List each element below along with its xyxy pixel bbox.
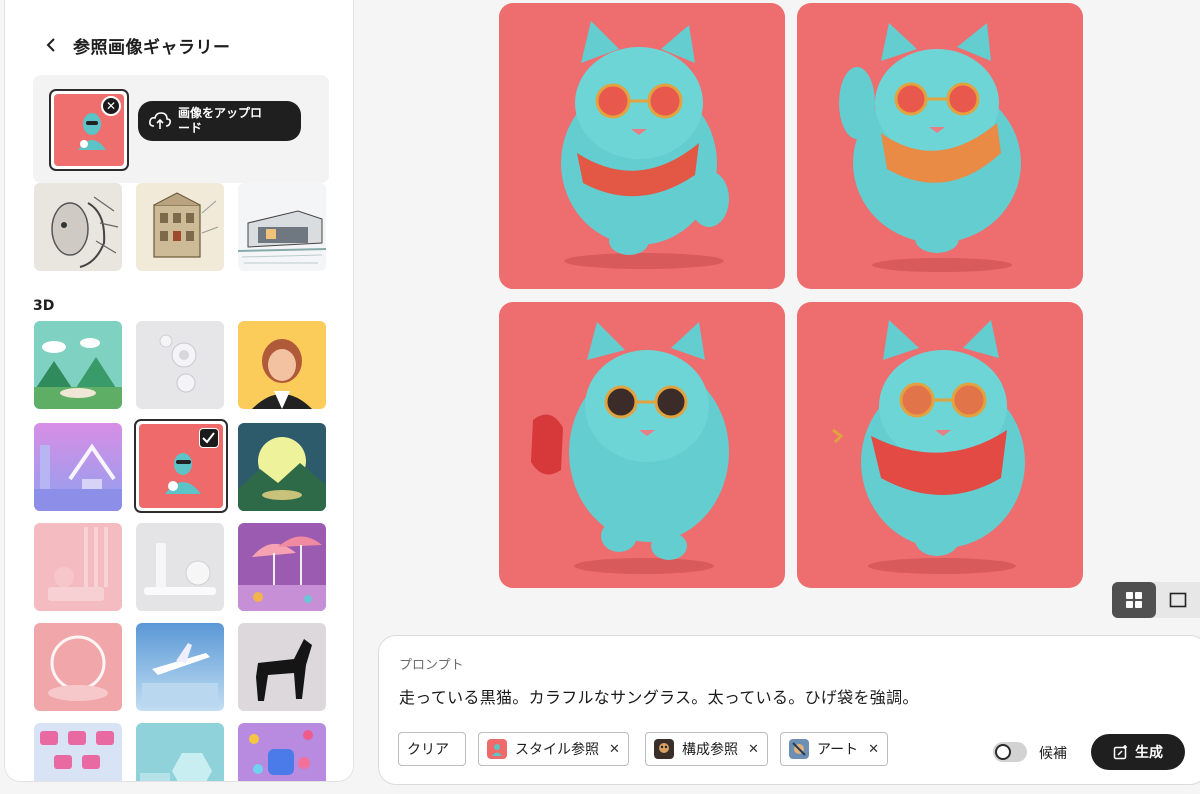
cloud-upload-icon [149, 112, 171, 129]
reference-gallery-panel: 参照画像ギャラリー ✕ 画像をアップロード 3D [4, 0, 354, 782]
result-image-3[interactable] [499, 302, 785, 588]
gallery-thumb-3d-avatar[interactable] [238, 321, 326, 409]
gallery-thumb-3d-beach-umbrellas[interactable] [238, 523, 326, 611]
cat-illustration [561, 21, 729, 269]
panel-title: 参照画像ギャラリー [73, 37, 231, 58]
remove-reference-icon[interactable]: ✕ [101, 96, 121, 116]
gallery-thumb-3d-paper-flowers[interactable] [136, 321, 224, 409]
remove-art-effect-icon[interactable]: ✕ [868, 742, 879, 757]
clear-button[interactable]: クリア [398, 732, 466, 766]
gallery-thumb-sketch-face[interactable] [34, 183, 122, 271]
gallery-thumb-3d-neon-shapes[interactable] [34, 423, 122, 511]
back-button[interactable] [41, 33, 61, 57]
gallery-thumb-3d-landscape[interactable] [34, 321, 122, 409]
gallery-thumb-3d-white-objects[interactable] [136, 523, 224, 611]
gallery-thumb-sketch-house[interactable] [238, 183, 326, 271]
cat-illustration [531, 322, 729, 574]
style-reference-label: スタイル参照 [515, 742, 599, 758]
gallery-thumb-3d-neon-ring[interactable] [34, 623, 122, 711]
result-image-4[interactable] [797, 302, 1083, 588]
cat-illustration [839, 23, 1021, 272]
square-icon [1169, 592, 1187, 608]
suggestions-toggle[interactable] [993, 742, 1027, 762]
gallery-thumb-3d-pink-podium[interactable] [34, 523, 122, 611]
gallery-thumb-3d-statue-selected[interactable] [134, 419, 228, 513]
toggle-knob [995, 744, 1011, 760]
cat-illustration [832, 320, 1025, 574]
grid-view-button[interactable] [1112, 582, 1156, 618]
checkmark-icon [199, 428, 219, 448]
section-label-3d: 3D [33, 298, 55, 314]
prompt-label: プロンプト [399, 658, 464, 673]
composition-reference-label: 構成参照 [682, 742, 738, 758]
gallery-thumb-3d-teal-shapes[interactable] [136, 723, 224, 781]
art-effect-thumbnail-icon [789, 739, 809, 759]
suggestions-toggle-label: 候補 [1039, 746, 1067, 762]
clear-button-label: クリア [407, 742, 449, 758]
result-image-2[interactable] [797, 3, 1083, 289]
style-reference-thumbnail-icon [487, 739, 507, 759]
generate-icon [1113, 745, 1127, 760]
upload-image-button[interactable]: 画像をアップロード [138, 101, 301, 141]
gallery-thumb-3d-pattern[interactable] [34, 723, 122, 781]
result-image-1[interactable] [499, 3, 785, 289]
gallery-thumb-3d-airplane[interactable] [136, 623, 224, 711]
gallery-thumb-3d-social-icons[interactable] [238, 723, 326, 781]
composition-reference-chip[interactable]: 構成参照 ✕ [645, 732, 768, 766]
single-view-button[interactable] [1156, 582, 1200, 618]
remove-style-reference-icon[interactable]: ✕ [609, 742, 620, 757]
generate-button-label: 生成 [1135, 745, 1163, 761]
chevron-left-icon [46, 38, 55, 52]
prompt-panel: プロンプト 走っている黒猫。カラフルなサングラス。太っている。ひげ袋を強調。 ク… [378, 635, 1200, 785]
style-reference-chip[interactable]: スタイル参照 ✕ [478, 732, 629, 766]
art-effect-chip[interactable]: アート ✕ [780, 732, 889, 766]
upload-button-label: 画像をアップロード [178, 106, 263, 135]
view-mode-toggle [1112, 582, 1200, 618]
gallery-thumb-3d-horse[interactable] [238, 623, 326, 711]
gallery-thumb-sketch-building[interactable] [136, 183, 224, 271]
gallery-thumb-3d-sunset[interactable] [238, 423, 326, 511]
composition-reference-thumbnail-icon [654, 739, 674, 759]
prompt-input[interactable]: 走っている黒猫。カラフルなサングラス。太っている。ひげ袋を強調。 [399, 684, 919, 708]
grid-icon [1126, 592, 1142, 608]
remove-composition-reference-icon[interactable]: ✕ [748, 742, 759, 757]
generate-button[interactable]: 生成 [1091, 734, 1185, 770]
panel-header: 参照画像ギャラリー [41, 32, 231, 58]
art-effect-label: アート [817, 742, 859, 758]
